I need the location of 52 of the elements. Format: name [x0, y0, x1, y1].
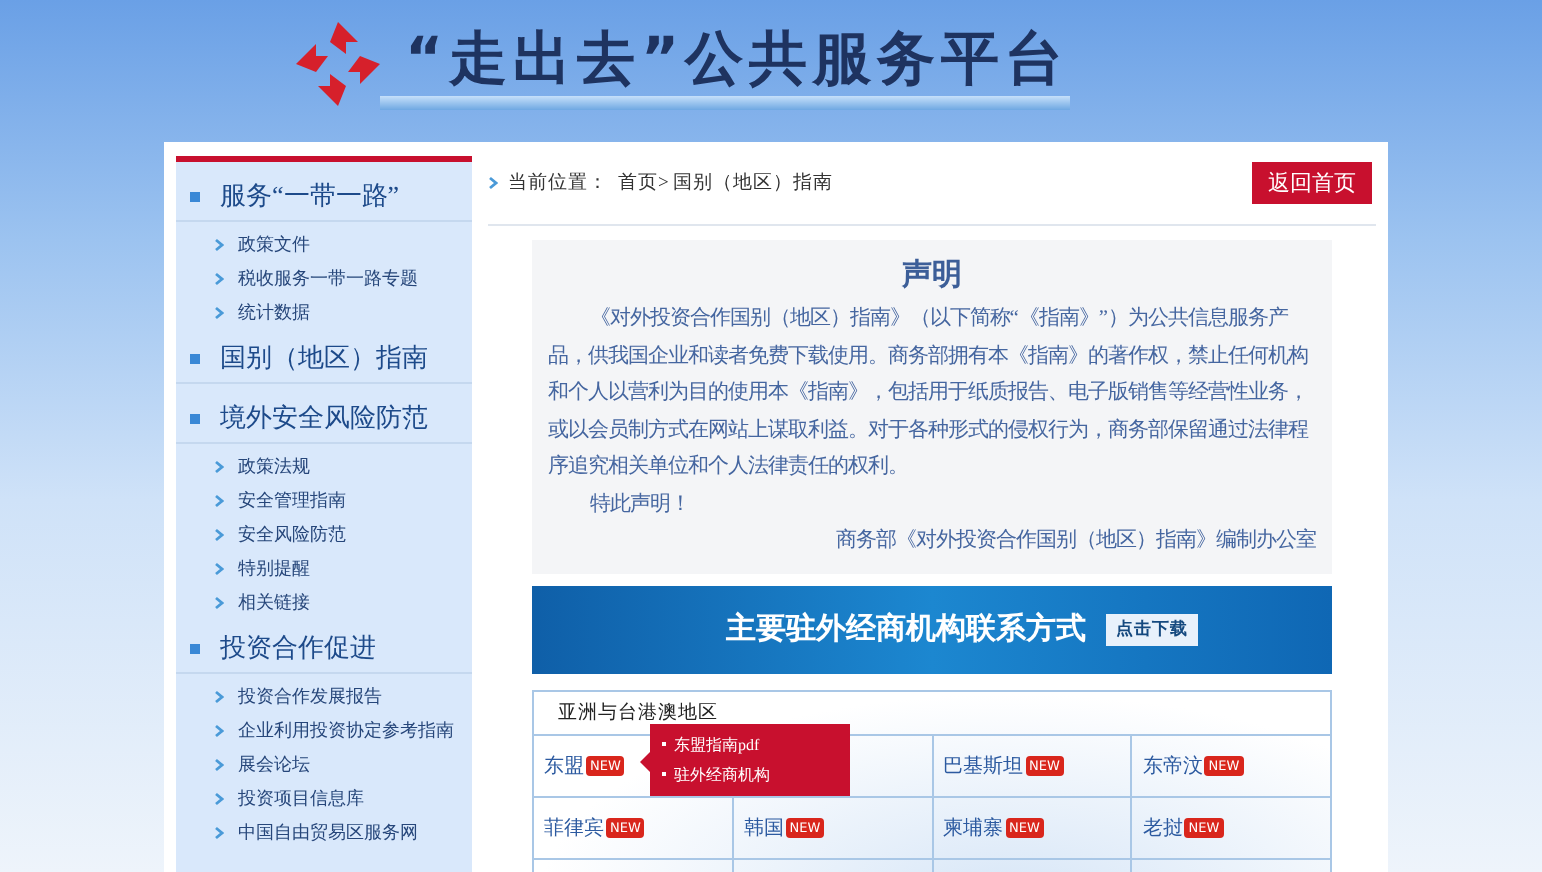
country-link[interactable]: 韩国 — [743, 813, 784, 841]
sidebar-item[interactable]: 投资合作发展报告 — [238, 684, 382, 710]
sidebar-item[interactable]: 政策文件 — [238, 232, 310, 258]
sidebar-item[interactable]: 投资项目信息库 — [238, 786, 364, 812]
notice-paragraph: 特此声明！ — [587, 490, 692, 519]
chevron-icon — [488, 176, 498, 190]
country-link[interactable]: 菲律宾 — [544, 813, 604, 841]
banner-title: 主要驻外经商机构联系方式 — [726, 610, 1086, 648]
chevron-icon — [214, 596, 224, 610]
notice-paragraph: 《对外投资合作国别（地区）指南》（以下简称“《指南》”）为公共信息服务产品，供我国企业和读者免费下载使用。商务部拥有本《指南》的著作权，禁止任何机构和个人以营利为目的使用本《指南》，包括用于纸质报告、电子版销售等经营性业务，或以会员制方式在网站上谋取利益。对于各种形式的侵权行为，商务部保留通过法律程序追究相关单位和个人法律责任的权利。 — [548, 304, 1311, 482]
popup-item[interactable]: 驻外经商机构 — [674, 761, 770, 787]
chevron-icon — [214, 562, 224, 576]
sidebar-item[interactable]: 特别提醒 — [238, 556, 310, 582]
sidebar-item[interactable]: 安全管理指南 — [238, 488, 346, 514]
chevron-icon — [214, 306, 224, 320]
notice-title: 声明 — [900, 256, 964, 294]
chevron-icon — [214, 792, 224, 806]
breadcrumb-label: 当前位置： — [508, 170, 608, 196]
chevron-icon — [214, 528, 224, 542]
country-link[interactable]: 巴基斯坦 — [943, 751, 1023, 779]
site-title: “走出去”公共服务平台 — [404, 21, 1070, 95]
sidebar-heading[interactable]: 投资合作促进 — [176, 624, 472, 674]
sidebar-heading[interactable]: 服务“一带一路” — [176, 172, 472, 222]
country-link[interactable]: 老挝 — [1142, 813, 1183, 841]
sidebar-item[interactable]: 中国自由贸易区服务网 — [238, 820, 418, 846]
sidebar-item[interactable]: 企业利用投资协定参考指南 — [238, 718, 454, 744]
notice-signature: 商务部《对外投资合作国别（地区）指南》编制办公室 — [834, 526, 1316, 556]
sidebar-item[interactable]: 安全风险防范 — [238, 522, 346, 548]
chevron-icon — [214, 494, 224, 508]
country-link[interactable]: 柬埔寨 — [943, 813, 1003, 841]
chevron-icon — [214, 272, 224, 286]
logo-icon — [292, 18, 385, 110]
chevron-icon — [214, 826, 224, 840]
chevron-icon — [214, 238, 224, 252]
sidebar-item[interactable]: 税收服务一带一路专题 — [238, 266, 418, 292]
breadcrumb-link[interactable]: 首页> 国别（地区）指南 — [618, 170, 834, 196]
country-link[interactable]: 东帝汶 — [1142, 751, 1203, 779]
chevron-icon — [214, 758, 224, 772]
sidebar-item[interactable]: 相关链接 — [238, 590, 310, 616]
sidebar-item[interactable]: 展会论坛 — [238, 752, 310, 778]
sidebar-item[interactable]: 统计数据 — [238, 300, 310, 326]
chevron-icon — [214, 690, 224, 704]
sidebar-item[interactable]: 政策法规 — [238, 454, 310, 480]
chevron-icon — [214, 724, 224, 738]
download-banner[interactable]: 主要驻外经商机构联系方式 点击下载 — [532, 585, 1332, 673]
country-link[interactable]: 东盟 — [544, 751, 584, 779]
download-button[interactable]: 点击下载 — [1106, 613, 1198, 645]
sidebar-heading[interactable]: 国别（地区）指南 — [176, 334, 472, 384]
home-button[interactable]: 返回首页 — [1252, 162, 1372, 204]
sidebar-heading[interactable]: 境外安全风险防范 — [176, 394, 472, 444]
chevron-icon — [214, 460, 224, 474]
popup-item[interactable]: 东盟指南pdf — [674, 731, 760, 757]
